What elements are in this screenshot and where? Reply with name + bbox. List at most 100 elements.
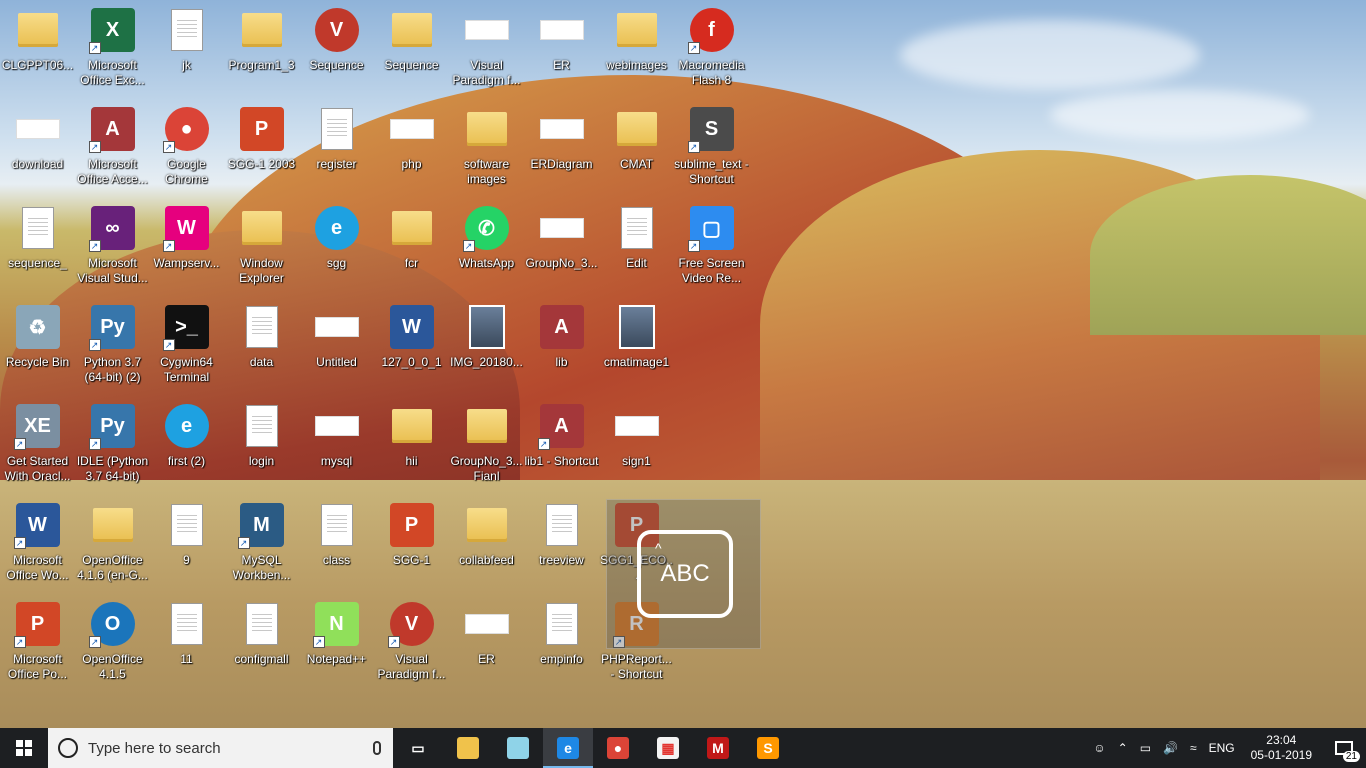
desktop-icon[interactable]: sequence_ (0, 198, 75, 294)
battery-icon[interactable]: ▭ (1134, 728, 1157, 768)
text-file-icon (238, 600, 286, 648)
desktop-icon[interactable]: O ↗ OpenOffice 4.1.5 (75, 594, 150, 690)
wifi-icon[interactable]: ≈ (1184, 728, 1203, 768)
desktop-icon[interactable]: Sequence (374, 0, 449, 96)
desktop-icon[interactable]: ER (524, 0, 599, 96)
desktop-icon[interactable]: >_ ↗ Cygwin64 Terminal (149, 297, 224, 393)
desktop-icon[interactable]: CMAT (599, 99, 674, 195)
powerpoint-file-icon: P (388, 501, 436, 549)
desktop-icon[interactable]: GroupNo_3... Fianl (449, 396, 524, 492)
taskbar-button[interactable]: ● (593, 728, 643, 768)
desktop-icon[interactable]: P SGG-1 2003 (224, 99, 299, 195)
desktop-icon[interactable]: W 127_0_0_1 (374, 297, 449, 393)
desktop-icon[interactable]: CLGPPT06... (0, 0, 75, 96)
ie-icon: e (163, 402, 211, 450)
desktop-icon[interactable]: login (224, 396, 299, 492)
desktop-icon-label: Recycle Bin (5, 355, 70, 369)
desktop-icon[interactable]: register (299, 99, 374, 195)
desktop-icon[interactable]: S ↗ sublime_text - Shortcut (674, 99, 749, 195)
desktop-icon[interactable]: Py ↗ Python 3.7 (64-bit) (2) (75, 297, 150, 393)
desktop-icon[interactable]: Edit (599, 198, 674, 294)
desktop-icon[interactable]: OpenOffice 4.1.6 (en-G... (75, 495, 150, 591)
taskbar-button[interactable]: e (543, 728, 593, 768)
microphone-icon[interactable] (373, 741, 381, 755)
desktop-icon[interactable]: ● ↗ Google Chrome (149, 99, 224, 195)
folder-icon (463, 501, 511, 549)
desktop-icon[interactable]: A ↗ Microsoft Office Acce... (75, 99, 150, 195)
desktop-icon[interactable]: collabfeed (449, 495, 524, 591)
desktop-icon[interactable]: software images (449, 99, 524, 195)
volume-icon[interactable]: 🔊 (1157, 728, 1184, 768)
desktop-icon[interactable]: e sgg (299, 198, 374, 294)
desktop-icon[interactable]: 9 (149, 495, 224, 591)
clock-date: 05-01-2019 (1250, 748, 1312, 762)
desktop-icon[interactable]: jk (149, 0, 224, 96)
desktop-icon[interactable]: XE ↗ Get Started With Oracl... (0, 396, 75, 492)
desktop-icon[interactable]: ER (449, 594, 524, 690)
desktop-icon[interactable]: hii (374, 396, 449, 492)
desktop-icon[interactable]: V Sequence (299, 0, 374, 96)
desktop-icon[interactable]: M ↗ MySQL Workben... (224, 495, 299, 591)
language-indicator[interactable]: ENG (1203, 728, 1241, 768)
shortcut-arrow-icon: ↗ (162, 339, 175, 351)
clock[interactable]: 23:04 05-01-2019 (1241, 733, 1322, 763)
desktop-icon[interactable]: V ↗ Visual Paradigm f... (374, 594, 449, 690)
chevron-up-icon[interactable]: ⌃ (1112, 728, 1134, 768)
desktop-icon[interactable]: Untitled (299, 297, 374, 393)
desktop-icon[interactable]: ♻ Recycle Bin (0, 297, 75, 393)
desktop-icon[interactable]: ✆ ↗ WhatsApp (449, 198, 524, 294)
desktop-icon[interactable]: mysql (299, 396, 374, 492)
taskbar-button[interactable]: M (693, 728, 743, 768)
desktop-icon[interactable]: 11 (149, 594, 224, 690)
desktop-icon[interactable]: N ↗ Notepad++ (299, 594, 374, 690)
desktop-icon-label: IDLE (Python 3.7 64-bit) (76, 454, 149, 483)
desktop-icon[interactable]: data (224, 297, 299, 393)
touch-keyboard-overlay[interactable]: ^ ABC (606, 499, 761, 649)
desktop-icon[interactable]: empinfo (524, 594, 599, 690)
desktop-icon[interactable]: GroupNo_3... (524, 198, 599, 294)
desktop-icon[interactable]: ∞ ↗ Microsoft Visual Stud... (75, 198, 150, 294)
desktop-icon[interactable]: configmall (224, 594, 299, 690)
desktop-icon[interactable]: Visual Paradigm f... (449, 0, 524, 96)
photo-icon (463, 303, 511, 351)
start-button[interactable] (0, 728, 48, 768)
desktop-icon[interactable]: Py ↗ IDLE (Python 3.7 64-bit) (75, 396, 150, 492)
desktop-icon[interactable]: cmatimage1 (599, 297, 674, 393)
desktop-icon[interactable]: e first (2) (149, 396, 224, 492)
desktop-icon[interactable]: Window Explorer (224, 198, 299, 294)
desktop-icon[interactable]: W ↗ Wampserv... (149, 198, 224, 294)
desktop-icon-label: Wampserv... (153, 256, 220, 270)
desktop-icon[interactable]: W ↗ Microsoft Office Wo... (0, 495, 75, 591)
powerpoint-icon: P ↗ (13, 600, 62, 648)
desktop-icon-label: php (401, 157, 422, 171)
desktop-icon[interactable]: class (299, 495, 374, 591)
desktop-icon[interactable]: f ↗ Macromedia Flash 8 (674, 0, 749, 96)
image-file-icon (463, 6, 511, 54)
taskbar-button[interactable] (443, 728, 493, 768)
desktop-icon[interactable]: download (0, 99, 75, 195)
taskbar-button[interactable]: S (743, 728, 793, 768)
desktop-icon[interactable]: IMG_20180... (449, 297, 524, 393)
desktop-icon[interactable]: ▢ ↗ Free Screen Video Re... (674, 198, 749, 294)
desktop-icon[interactable]: treeview (524, 495, 599, 591)
desktop-icon[interactable]: P SGG-1 (374, 495, 449, 591)
desktop-icon[interactable]: Alib (524, 297, 599, 393)
folder-icon (463, 402, 511, 450)
desktop-icon[interactable]: A ↗ lib1 - Shortcut (524, 396, 599, 492)
desktop-icon[interactable]: X ↗ Microsoft Office Exc... (75, 0, 150, 96)
taskbar-button[interactable]: ▦ (643, 728, 693, 768)
action-center-button[interactable]: 21 (1322, 728, 1366, 768)
text-input-icon[interactable]: ^ ABC (637, 530, 733, 618)
desktop-icon[interactable]: webimages (599, 0, 674, 96)
desktop-icon[interactable]: ERDiagram (524, 99, 599, 195)
desktop-icon[interactable]: fcr (374, 198, 449, 294)
desktop-icon[interactable]: php (374, 99, 449, 195)
desktop-icon[interactable]: sign1 (599, 396, 674, 492)
people-icon[interactable]: ☺ (1087, 728, 1111, 768)
search-box[interactable]: Type here to search (48, 728, 393, 768)
desktop-icon[interactable]: Program1_3 (224, 0, 299, 96)
desktop-icon[interactable]: P ↗ Microsoft Office Po... (0, 594, 75, 690)
taskbar-button[interactable] (493, 728, 543, 768)
taskbar-button[interactable]: ▭ (393, 728, 443, 768)
search-placeholder[interactable]: Type here to search (88, 740, 363, 757)
